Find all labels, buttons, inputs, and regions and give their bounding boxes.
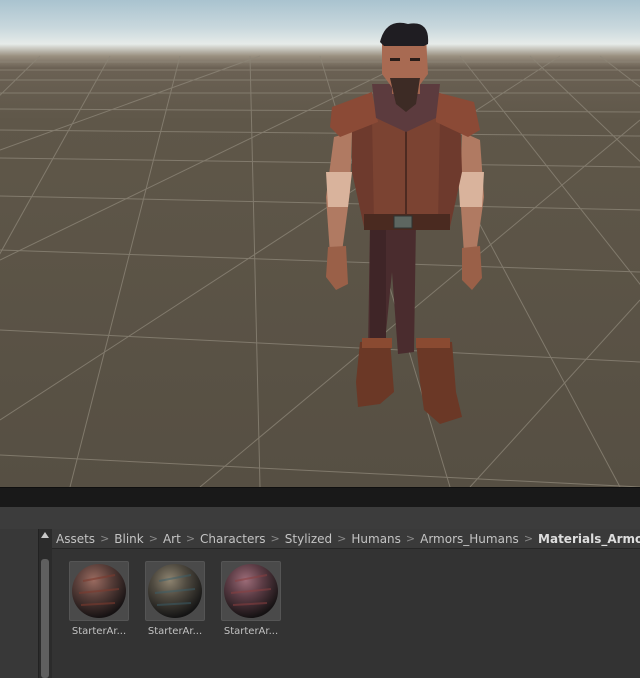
breadcrumb-assets[interactable]: Assets [56, 532, 95, 546]
panel-splitter[interactable] [0, 487, 640, 508]
folder-tree-scrollbar[interactable] [38, 529, 53, 678]
chevron-right-icon: > [405, 532, 416, 545]
breadcrumb-armors-humans[interactable]: Armors_Humans [420, 532, 519, 546]
chevron-right-icon: > [148, 532, 158, 545]
breadcrumb-stylized[interactable]: Stylized [285, 532, 332, 546]
breadcrumb-art[interactable]: Art [163, 532, 181, 546]
breadcrumb-characters[interactable]: Characters [200, 532, 266, 546]
chevron-right-icon: > [100, 532, 110, 545]
asset-label: StarterAr... [71, 626, 127, 637]
assets-pane: Assets > Blink > Art > Characters > Styl… [52, 529, 640, 678]
breadcrumb: Assets > Blink > Art > Characters > Styl… [52, 529, 640, 549]
chevron-right-icon: > [337, 532, 347, 545]
material-sphere-icon [148, 564, 202, 618]
material-sphere-icon [224, 564, 278, 618]
chevron-right-icon: > [270, 532, 280, 545]
asset-label: StarterAr... [147, 626, 203, 637]
asset-thumbnail [69, 561, 129, 621]
breadcrumb-humans[interactable]: Humans [351, 532, 401, 546]
asset-material-3[interactable]: StarterAr... [220, 561, 282, 637]
scroll-up-arrow-icon[interactable] [41, 532, 49, 538]
asset-material-1[interactable]: StarterAr... [68, 561, 130, 637]
project-toolbar [0, 507, 640, 530]
chevron-right-icon: > [523, 532, 534, 545]
folder-tree-pane[interactable] [0, 529, 38, 678]
scrollbar-thumb[interactable] [41, 559, 49, 678]
asset-material-2[interactable]: StarterAr... [144, 561, 206, 637]
scene-view[interactable] [0, 0, 640, 487]
breadcrumb-blink[interactable]: Blink [114, 532, 143, 546]
asset-label: StarterAr... [223, 626, 279, 637]
asset-thumbnail [221, 561, 281, 621]
asset-thumbnail [145, 561, 205, 621]
breadcrumb-current-folder[interactable]: Materials_ArmorsHum [538, 532, 640, 546]
character-model[interactable] [312, 22, 497, 432]
chevron-right-icon: > [185, 532, 196, 545]
material-sphere-icon [72, 564, 126, 618]
